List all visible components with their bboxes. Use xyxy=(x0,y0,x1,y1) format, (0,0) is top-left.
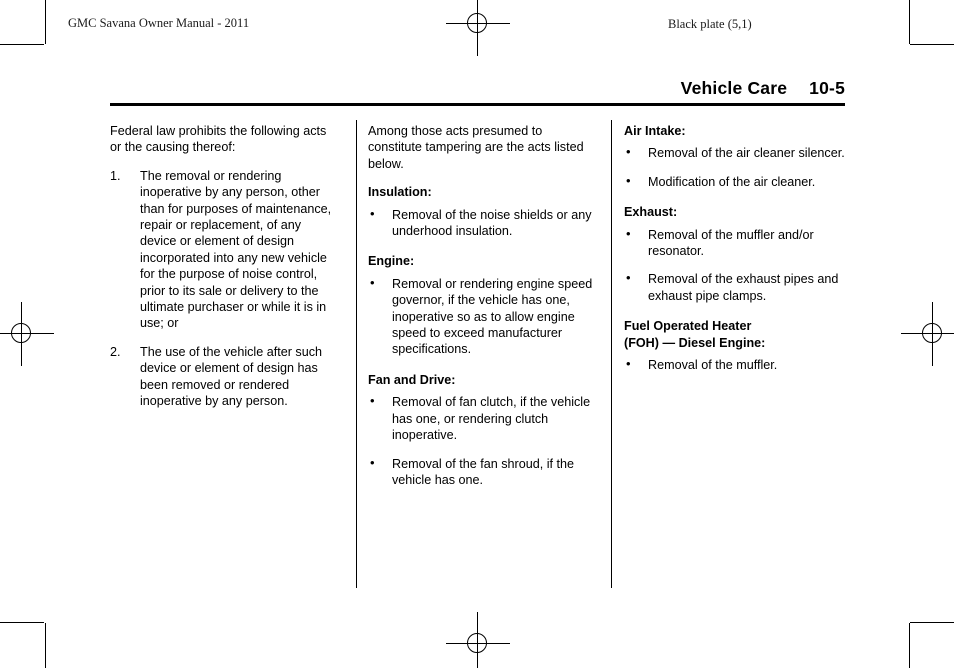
bullet-icon: • xyxy=(370,393,375,409)
list-item-text: Removal of the muffler and/or resonator. xyxy=(648,227,814,259)
bullet-icon: • xyxy=(626,270,631,286)
crop-mark-top-left-horizontal xyxy=(0,44,44,45)
crop-mark-bottom-right-vertical xyxy=(909,623,910,668)
bullet-icon: • xyxy=(626,356,631,372)
registration-mark-right xyxy=(901,302,954,366)
crop-mark-top-left-vertical xyxy=(45,0,46,44)
section-heading-fuel-operated-heater: Fuel Operated Heater (FOH) — Diesel Engi… xyxy=(624,319,766,350)
column-1-intro-paragraph: Federal law prohibits the following acts… xyxy=(110,124,327,155)
column-divider-2 xyxy=(611,120,612,588)
list-item-text: Removal of fan clutch, if the vehicle ha… xyxy=(392,395,591,443)
section-heading-fan-and-drive: Fan and Drive: xyxy=(368,372,456,387)
bullet-icon: • xyxy=(626,144,631,160)
insulation-bullet-list: • Removal of the noise shields or any und… xyxy=(368,205,596,240)
list-item-text: Removal or rendering engine speed govern… xyxy=(392,276,593,357)
manual-page: GMC Savana Owner Manual - 2011 Black pla… xyxy=(0,0,954,668)
text-column-1: Federal law prohibits the following acts… xyxy=(110,123,338,422)
air-intake-bullet-list: • Removal of the air cleaner silencer. • M… xyxy=(624,144,852,190)
list-item: • Removal of the muffler and/or resonator… xyxy=(624,225,852,260)
list-item: • Removal or rendering engine speed gover… xyxy=(368,274,596,358)
registration-mark-bottom-circle xyxy=(467,633,487,653)
bullet-icon: • xyxy=(626,225,631,241)
page-header: Vehicle Care 10-5 xyxy=(110,78,845,99)
bullet-icon: • xyxy=(370,205,375,221)
list-item: • Removal of the air cleaner silencer. xyxy=(624,144,852,161)
bullet-icon: • xyxy=(370,454,375,470)
fan-and-drive-bullet-list: • Removal of fan clutch, if the vehicle h… xyxy=(368,393,596,489)
list-item-text: Removal of the exhaust pipes and exhaust… xyxy=(648,272,839,303)
section-heading-exhaust: Exhaust: xyxy=(624,205,678,220)
section-heading-engine: Engine: xyxy=(368,254,415,269)
crop-mark-top-right-horizontal xyxy=(910,44,954,45)
bullet-icon: • xyxy=(370,274,375,290)
registration-mark-bottom xyxy=(446,612,510,668)
crop-mark-bottom-left-horizontal xyxy=(0,622,44,623)
registration-mark-left-circle xyxy=(11,323,31,343)
black-plate-label: Black plate (5,1) xyxy=(668,17,752,31)
list-item-text: Removal of the fan shroud, if the vehicl… xyxy=(392,456,575,487)
list-item-number: 2. xyxy=(110,344,121,359)
list-item: • Removal of fan clutch, if the vehicle h… xyxy=(368,393,596,443)
page-number: 10-5 xyxy=(809,78,845,98)
registration-mark-left xyxy=(0,302,54,366)
list-item-text: Modification of the air cleaner. xyxy=(648,174,816,189)
list-item: • Removal of the exhaust pipes and exhaus… xyxy=(624,270,852,304)
text-column-3: Air Intake: • Removal of the air cleaner … xyxy=(624,123,852,373)
foh-bullet-list: • Removal of the muffler. xyxy=(624,356,852,373)
list-item-number: 1. xyxy=(110,168,121,183)
manual-identifier: GMC Savana Owner Manual - 2011 xyxy=(68,16,250,30)
text-column-2: Among those acts presumed to constitute … xyxy=(368,123,596,488)
engine-bullet-list: • Removal or rendering engine speed gover… xyxy=(368,274,596,358)
list-item: 2. The use of the vehicle after such devi… xyxy=(110,344,338,410)
registration-mark-top-circle xyxy=(467,13,487,33)
section-heading-insulation: Insulation: xyxy=(368,185,432,200)
crop-mark-top-right-vertical xyxy=(909,0,910,44)
prohibited-acts-list: 1. The removal or rendering inoperative b… xyxy=(110,168,338,410)
list-item: • Modification of the air cleaner. xyxy=(624,172,852,190)
exhaust-bullet-list: • Removal of the muffler and/or resonator… xyxy=(624,225,852,305)
section-heading-air-intake: Air Intake: xyxy=(624,124,686,138)
list-item: 1. The removal or rendering inoperative b… xyxy=(110,168,338,332)
list-item: • Removal of the muffler. xyxy=(624,356,852,373)
header-rule xyxy=(110,103,845,106)
column-2-intro-paragraph: Among those acts presumed to constitute … xyxy=(368,124,584,171)
list-item: • Removal of the noise shields or any und… xyxy=(368,205,596,240)
registration-mark-top xyxy=(446,0,510,56)
list-item-text: Removal of the muffler. xyxy=(648,358,778,373)
chapter-title: Vehicle Care xyxy=(680,78,788,98)
list-item-text: Removal of the air cleaner silencer. xyxy=(648,146,845,161)
column-divider-1 xyxy=(356,120,357,588)
list-item-text: The removal or rendering inoperative by … xyxy=(140,168,332,331)
list-item-text: Removal of the noise shields or any unde… xyxy=(392,207,592,239)
crop-mark-bottom-right-horizontal xyxy=(910,622,954,623)
list-item-text: The use of the vehicle after such device… xyxy=(140,344,323,409)
registration-mark-right-circle xyxy=(922,323,942,343)
list-item: • Removal of the fan shroud, if the vehic… xyxy=(368,454,596,489)
bullet-icon: • xyxy=(626,172,631,188)
crop-mark-bottom-left-vertical xyxy=(45,623,46,668)
